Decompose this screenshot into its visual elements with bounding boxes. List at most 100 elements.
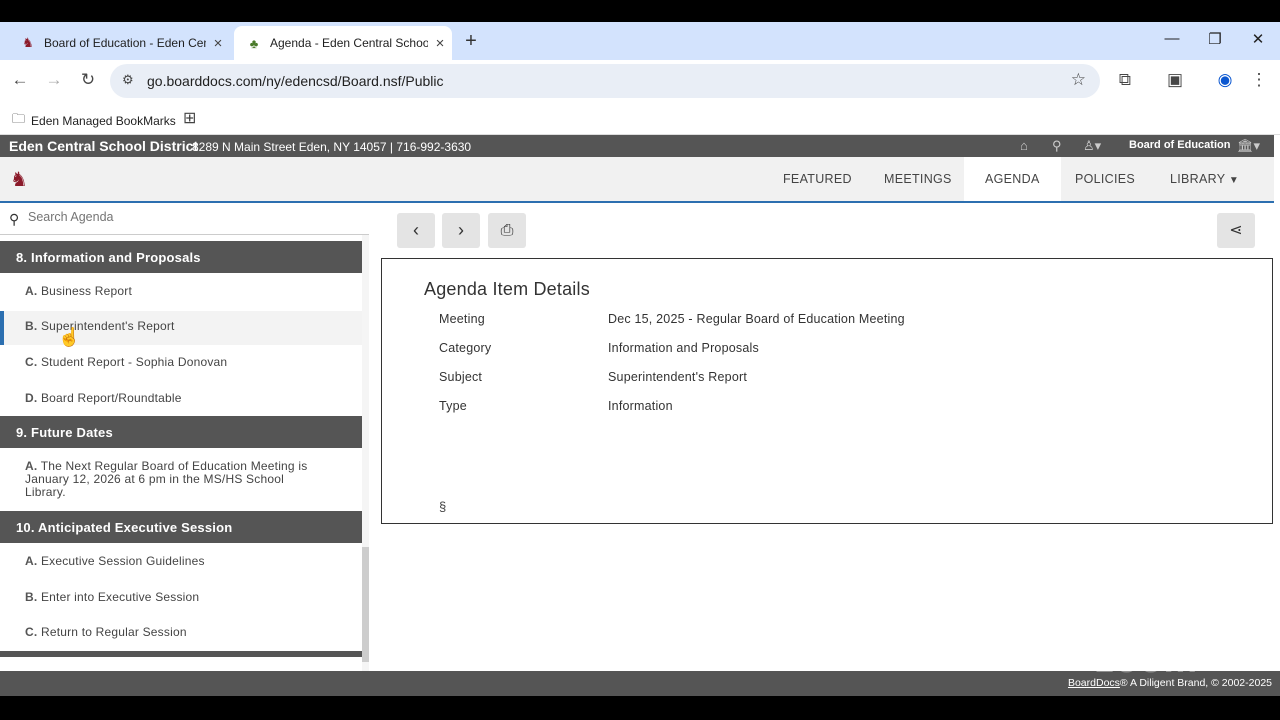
detail-label: Type (439, 399, 467, 413)
tab-title: Board of Education - Eden Cent (44, 36, 206, 50)
search-icon[interactable]: ⚲ (1052, 138, 1062, 154)
agenda-search: ⚲ (0, 205, 369, 235)
item-text: Business Report (40, 284, 132, 298)
bookmarks-bar: 🗀 Eden Managed BookMarks ⊞ (0, 102, 1280, 135)
list-item[interactable]: C. Student Report - Sophia Donovan (0, 356, 362, 369)
search-agenda-input[interactable] (28, 210, 348, 224)
list-item-selected[interactable]: B. Superintendent's Report (0, 311, 362, 345)
minimize-icon[interactable]: — (1157, 30, 1187, 47)
detail-label: Meeting (439, 312, 485, 326)
tab-agenda[interactable]: ♣ Agenda - Eden Central School D × (234, 26, 452, 60)
browser-toolbar: ← → ↻ ⚙ go.boarddocs.com/ny/edencsd/Boar… (0, 60, 1280, 102)
section-header[interactable]: 10. Anticipated Executive Session (0, 511, 362, 543)
back-icon[interactable]: ← (9, 70, 31, 90)
detail-row-category: Category Information and Proposals (439, 341, 759, 355)
tree-icon: ♣ (249, 35, 259, 51)
nav-featured[interactable]: FEATURED (783, 172, 852, 186)
item-letter: A. (25, 554, 38, 568)
hand-cursor-icon: ☝ (58, 327, 81, 347)
scrollbar-thumb[interactable] (362, 547, 369, 662)
nav-meetings[interactable]: MEETINGS (884, 172, 952, 186)
nav-library[interactable]: LIBRARY ▼ (1170, 172, 1239, 186)
bookmark-folder[interactable]: 🗀 Eden Managed BookMarks (12, 110, 176, 132)
search-icon: ⚲ (9, 211, 20, 227)
browser-window: ♞ Board of Education - Eden Cent × ♣ Age… (0, 22, 1280, 696)
close-window-icon[interactable]: ✕ (1243, 30, 1273, 48)
detail-value: Dec 15, 2025 - Regular Board of Educatio… (608, 312, 905, 326)
section-header[interactable]: 9. Future Dates (0, 416, 362, 448)
list-item[interactable]: D. Board Report/Roundtable (0, 392, 362, 405)
detail-label: Category (439, 341, 492, 355)
address-bar[interactable]: ⚙ go.boarddocs.com/ny/edencsd/Board.nsf/… (110, 64, 1100, 98)
item-text: Board Report/Roundtable (40, 391, 182, 405)
site-info-icon[interactable]: ⚙ (122, 72, 134, 88)
board-menu[interactable]: Board of Education (1129, 139, 1230, 151)
item-letter: C. (25, 355, 38, 369)
tab-board-of-education[interactable]: ♞ Board of Education - Eden Cent × (8, 26, 230, 60)
print-button[interactable]: ⎙ (488, 213, 526, 248)
close-tab-icon[interactable]: × (428, 35, 452, 52)
reload-icon[interactable]: ↻ (77, 70, 99, 90)
agenda-item-details: Agenda Item Details Meeting Dec 15, 2025 … (381, 258, 1273, 524)
item-letter: C. (25, 625, 38, 639)
list-item[interactable]: A. Executive Session Guidelines (0, 555, 362, 568)
item-letter: D. (25, 391, 38, 405)
new-tab-icon[interactable]: + (460, 30, 482, 53)
menu-icon[interactable]: ⋮ (1248, 70, 1270, 90)
bookmark-label: Eden Managed BookMarks (31, 114, 176, 128)
list-item[interactable]: C. Return to Regular Session (0, 626, 362, 639)
district-name: Eden Central School District (9, 138, 199, 154)
detail-label: Subject (439, 370, 483, 384)
item-letter: B. (25, 590, 38, 604)
nav-agenda[interactable]: AGENDA (964, 157, 1061, 201)
detail-value: Information and Proposals (608, 341, 759, 355)
district-address: 8289 N Main Street Eden, NY 14057 | 716-… (192, 140, 472, 154)
profile-icon[interactable]: ◉ (1214, 70, 1236, 90)
section-header[interactable]: 8. Information and Proposals (0, 241, 362, 273)
nav-policies[interactable]: POLICIES (1075, 172, 1135, 186)
chevron-down-icon: ▼ (1228, 175, 1240, 186)
item-text: Enter into Executive Session (40, 590, 200, 604)
boarddocs-icon: ♞ (22, 35, 34, 50)
item-text: The Next Regular Board of Education Meet… (25, 459, 308, 499)
close-tab-icon[interactable]: × (206, 35, 230, 52)
next-button[interactable]: › (442, 213, 480, 248)
main-nav: ♞ FEATURED MEETINGS AGENDA POLICIES LIBR… (0, 157, 1274, 203)
section-header-partial (0, 651, 362, 657)
list-item[interactable]: A. Business Report (0, 285, 362, 298)
url-text: go.boarddocs.com/ny/edencsd/Board.nsf/Pu… (147, 73, 444, 89)
restore-icon[interactable]: ❐ (1200, 30, 1230, 48)
item-letter: A. (25, 284, 38, 298)
item-text: Return to Regular Session (40, 625, 187, 639)
list-item[interactable]: A. The Next Regular Board of Education M… (0, 460, 362, 499)
list-item[interactable]: B. Enter into Executive Session (0, 591, 362, 604)
item-letter: A. (25, 459, 38, 473)
district-logo: ♞ (10, 169, 28, 191)
bookmark-star-icon[interactable]: ☆ (1071, 70, 1086, 90)
forward-icon[interactable]: → (43, 70, 65, 90)
zoom-watermark: zoom (1095, 639, 1199, 681)
extensions-icon[interactable]: ⧉ (1114, 70, 1136, 90)
share-button[interactable]: ⋖ (1217, 213, 1255, 248)
details-heading: Agenda Item Details (424, 279, 590, 299)
folder-icon: 🗀 (12, 111, 26, 126)
user-icon[interactable]: ♙▾ (1083, 138, 1101, 154)
previous-button[interactable]: ‹ (397, 213, 435, 248)
detail-row-subject: Subject Superintendent's Report (439, 370, 747, 384)
apps-grid-icon[interactable]: ⊞ (183, 108, 196, 128)
home-icon[interactable]: ⌂ (1020, 138, 1028, 153)
agenda-list: 8. Information and Proposals A. Business… (0, 241, 362, 675)
item-text: Executive Session Guidelines (40, 554, 205, 568)
detail-row-meeting: Meeting Dec 15, 2025 - Regular Board of E… (439, 312, 905, 326)
detail-value: Superintendent's Report (608, 370, 748, 384)
tab-strip: ♞ Board of Education - Eden Cent × ♣ Age… (0, 22, 1280, 60)
item-letter: B. (25, 319, 38, 333)
item-text: Student Report - Sophia Donovan (40, 355, 228, 369)
nav-library-label: LIBRARY (1170, 172, 1226, 186)
institution-icon[interactable]: 🏛▾ (1237, 138, 1260, 154)
tab-search-icon[interactable]: ▣ (1164, 70, 1186, 90)
tab-title: Agenda - Eden Central School D (270, 36, 428, 50)
detail-value: Information (608, 399, 673, 413)
page-footer: BoardDocs® A Diligent Brand, © 2002-2025 (0, 671, 1280, 696)
site-header: Eden Central School District 8289 N Main… (0, 135, 1274, 157)
